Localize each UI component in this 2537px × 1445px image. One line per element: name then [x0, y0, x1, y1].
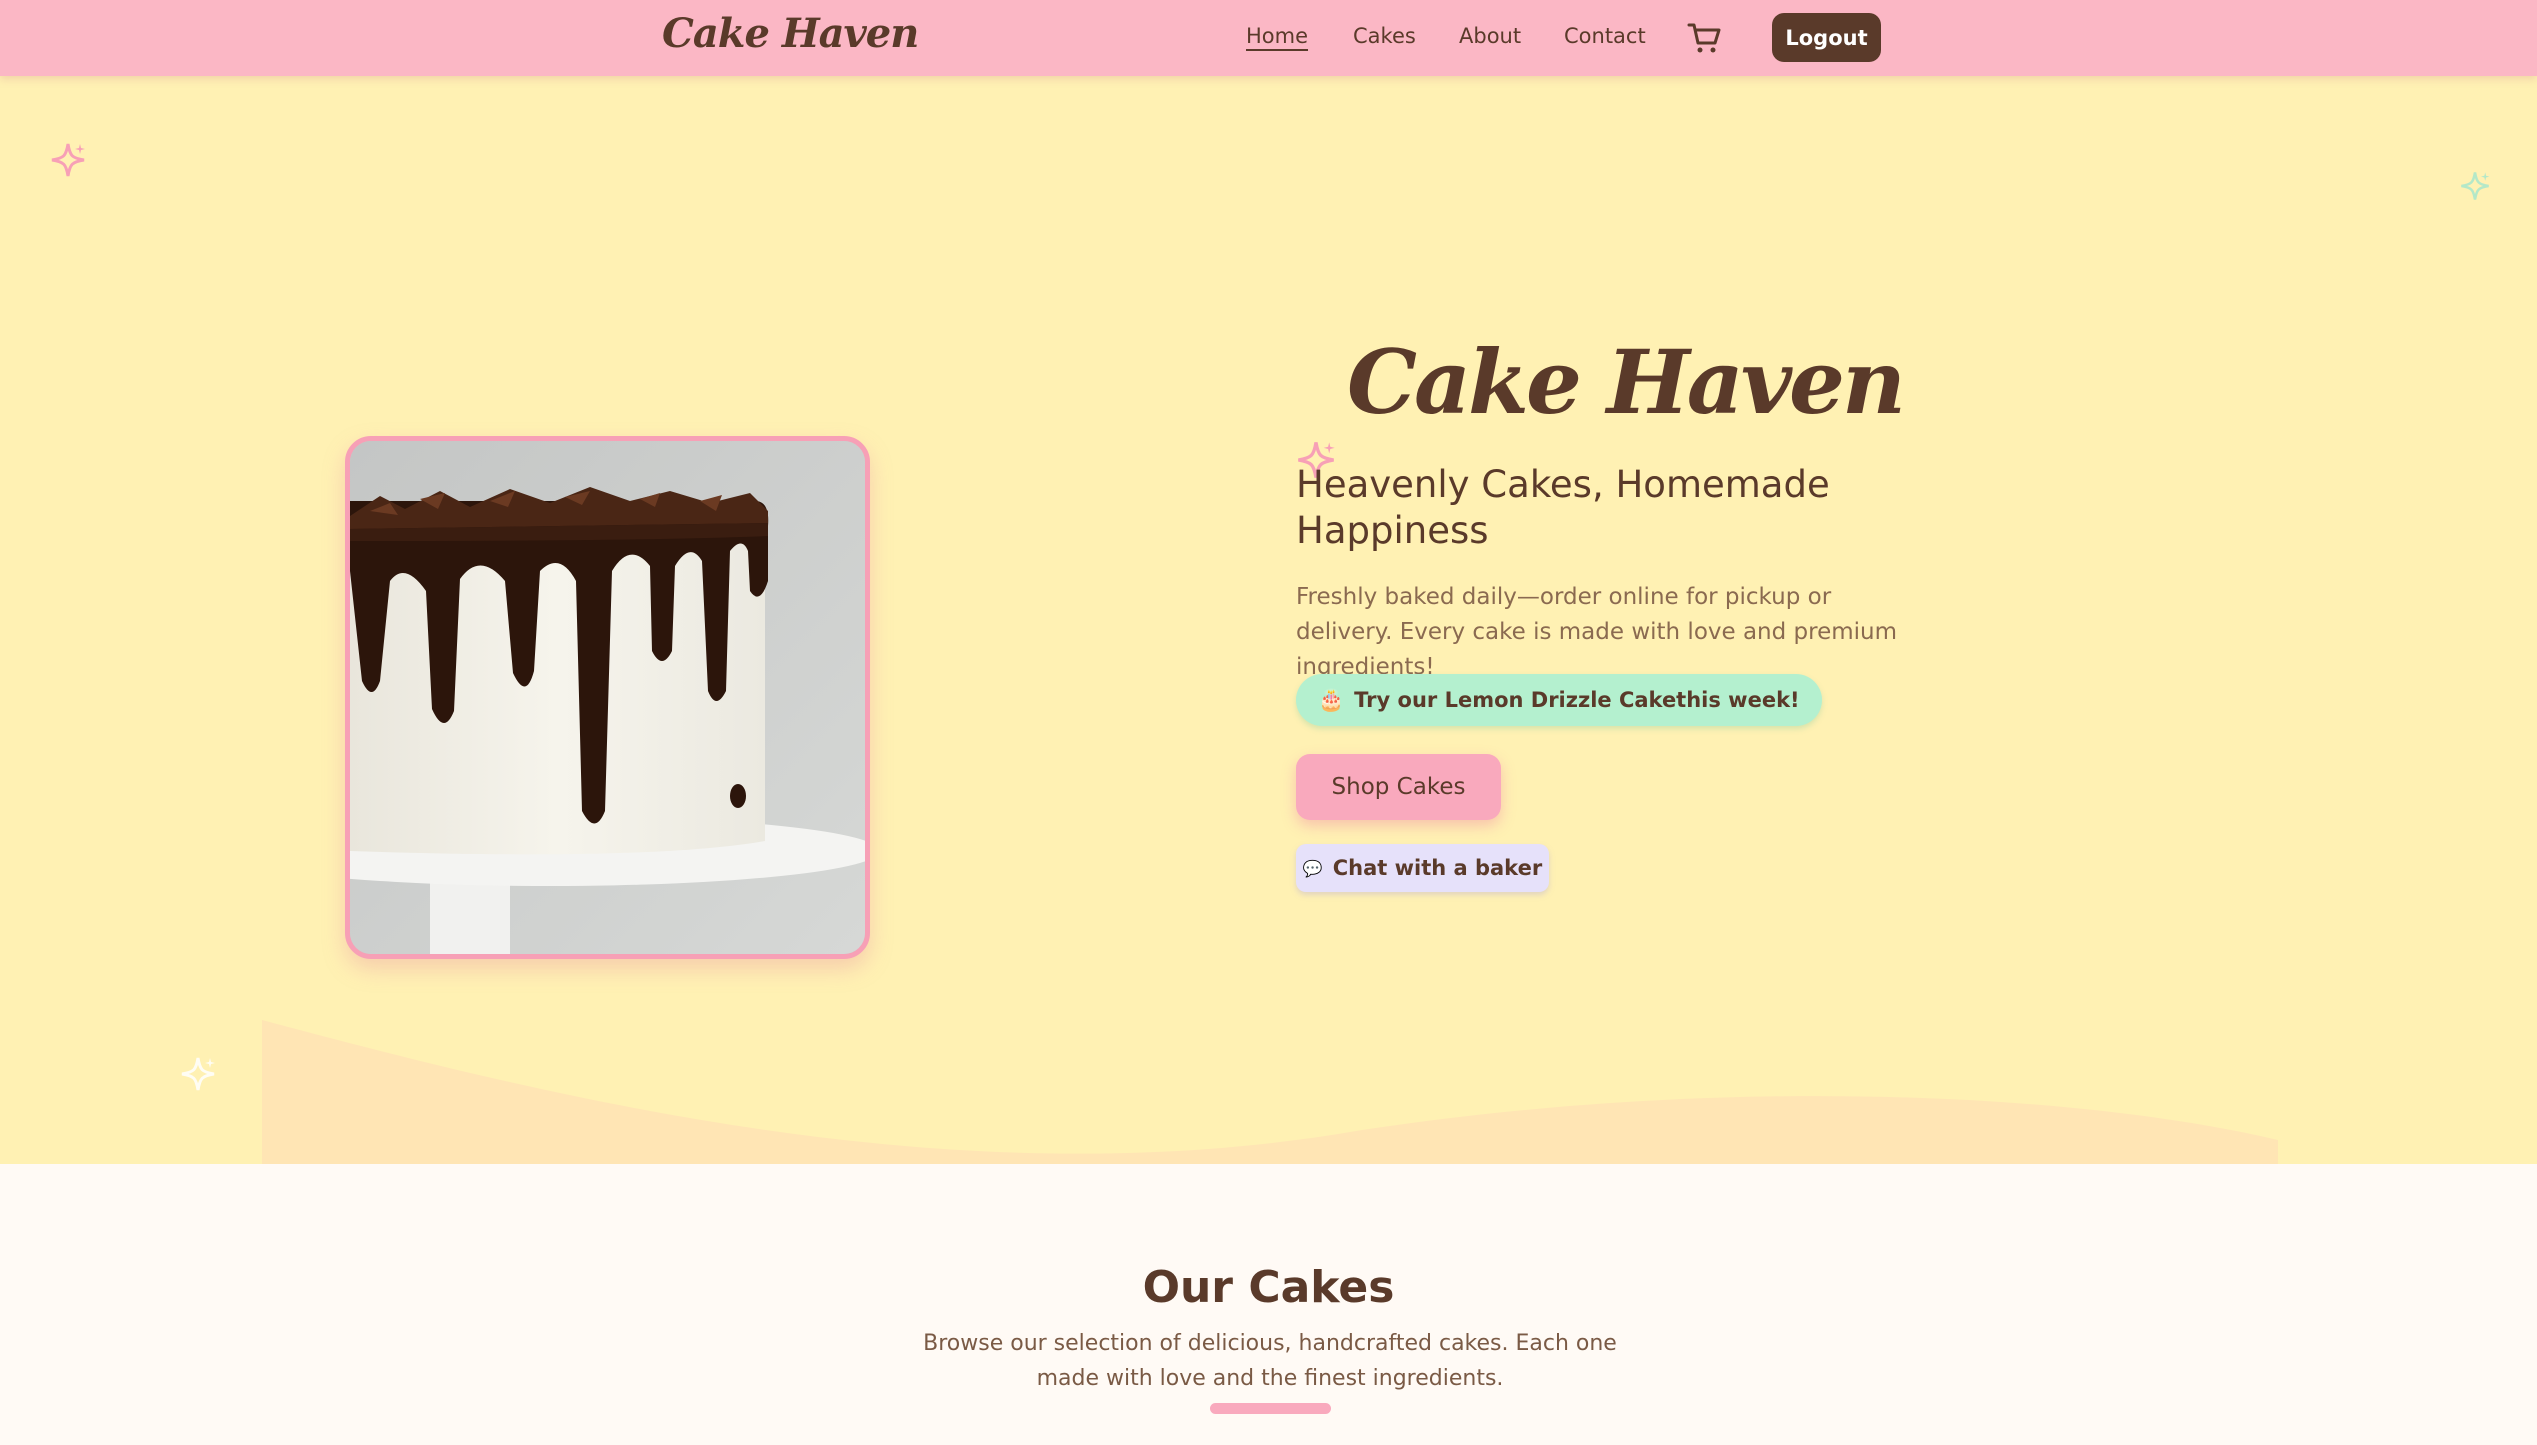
cake-icon: 🎂 [1318, 687, 1345, 712]
sparkle-icon [51, 143, 85, 177]
navbar: Cake Haven Home Cakes About Contact Logo… [0, 0, 2537, 76]
promo-text: Try our Lemon Drizzle Cakethis week! [1354, 688, 1800, 712]
hero-description: Freshly baked daily—order online for pic… [1296, 584, 1898, 680]
chat-with-baker-button[interactable]: 💬 Chat with a baker [1296, 844, 1549, 892]
nav-link-about[interactable]: About [1459, 24, 1521, 48]
nav-link-cakes[interactable]: Cakes [1353, 24, 1416, 48]
chat-bubble-icon: 💬 [1302, 858, 1323, 878]
hero-wave-decoration [262, 1020, 2278, 1164]
nav-link-contact[interactable]: Contact [1564, 24, 1646, 48]
chat-label: Chat with a baker [1332, 856, 1543, 880]
sparkle-icon [2461, 172, 2490, 200]
section-title: Our Cakes [1142, 1262, 1395, 1313]
section-description: Browse our selection of delicious, handc… [923, 1331, 1617, 1391]
sparkle-icon [181, 1057, 215, 1091]
hero-title: Cake Haven [1347, 330, 1906, 434]
section-divider [1210, 1403, 1331, 1414]
cart-icon[interactable] [1686, 20, 1722, 56]
nav-link-home[interactable]: Home [1246, 24, 1308, 48]
hero-subtitle: Heavenly Cakes, Homemade Happiness [1296, 463, 1830, 552]
hero-section: Cake Haven Heavenly Cakes, Homemade Happ… [0, 76, 2537, 1164]
shop-cakes-button[interactable]: Shop Cakes [1296, 754, 1501, 820]
nav-logo[interactable]: Cake Haven [662, 10, 919, 57]
promo-badge[interactable]: 🎂 Try our Lemon Drizzle Cakethis week! [1296, 674, 1822, 726]
logout-button[interactable]: Logout [1772, 13, 1881, 62]
hero-cake-image [345, 436, 870, 959]
